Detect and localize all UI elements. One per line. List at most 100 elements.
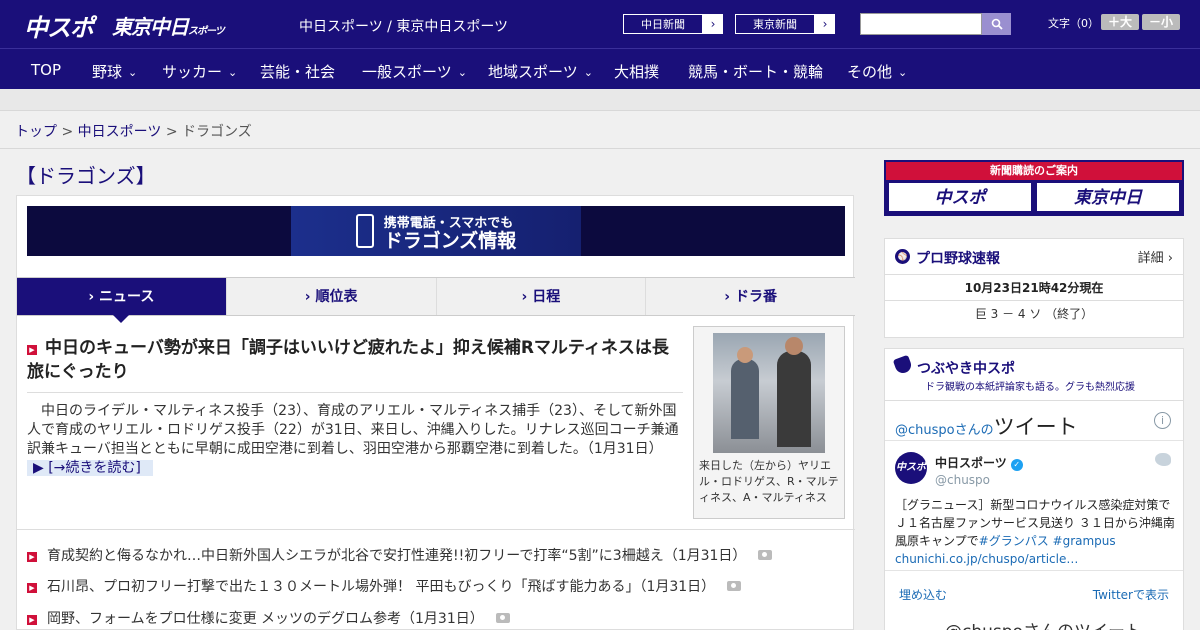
news-list-item[interactable]: ▶ 石川昂、プロ初フリー打撃で出た１３０メートル場外弾！ 平田もびっくり「飛ばす能… — [27, 576, 742, 596]
banner-line-2: ドラゴンズ情報 — [383, 229, 517, 252]
font-size-up-button[interactable]: ＋大 — [1101, 14, 1139, 30]
camera-icon — [758, 550, 773, 560]
twitter-timeline-title[interactable]: @chuspoさんのツイート — [895, 411, 1078, 441]
play-icon: ▶ — [27, 615, 37, 625]
nav-label: 野球 — [92, 63, 123, 81]
chunichi-shimbun-button[interactable]: 中日新聞 › — [622, 13, 724, 35]
tokyo-shimbun-button[interactable]: 東京新聞 › — [734, 13, 836, 35]
tokyo-chunichi-logo-text: 東京中日 — [112, 15, 189, 39]
lead-photo[interactable] — [713, 333, 825, 453]
twitter-bird-icon[interactable] — [1155, 453, 1171, 466]
twitter-handle-suffix: さんの — [954, 423, 994, 438]
camera-icon — [727, 581, 742, 591]
divider — [0, 148, 1200, 149]
nav-label: 一般スポーツ — [362, 63, 452, 81]
nav-label: 地域スポーツ — [488, 63, 578, 81]
read-more-link[interactable]: ▶ [→続きを読む] — [27, 460, 153, 476]
banner-text: 携帯電話・スマホでも ドラゴンズ情報 — [384, 212, 517, 251]
nav-label: サッカー — [162, 63, 223, 81]
search-icon — [991, 18, 1003, 30]
nav-item-soccer[interactable]: サッカー ⌄ — [162, 61, 237, 82]
megaphone-icon — [892, 354, 914, 376]
nav-item-sumo[interactable]: 大相撲 — [614, 61, 659, 82]
tokyo-shimbun-label: 東京新聞 — [735, 14, 815, 34]
lead-photo-box: 来日した（左から）ヤリエル・ロドリゲス、R・マルティネス、A・マルティネス — [693, 326, 845, 519]
nav-label: 大相撲 — [614, 63, 660, 81]
nav-item-racing[interactable]: 競馬・ボート・競輪 — [688, 61, 823, 82]
news-item-text: 育成契約と侮るなかれ…中日新外国人シエラが北谷で安打性連発!!初フリーで打率“5… — [47, 548, 747, 564]
tweet-text: ［グラニュース］新型コロナウイルス感染症対策でＪ１名古屋ファンサービス見送り ３… — [895, 496, 1175, 568]
search-button[interactable] — [982, 13, 1011, 35]
page-title: 【ドラゴンズ】 — [16, 164, 156, 188]
twitter-box: つぶやき中スポ ドラ観戦の本紙評論家も語る。グラも熱烈応援 @chuspoさんの… — [884, 348, 1184, 630]
font-size-down-button[interactable]: －小 — [1142, 14, 1180, 30]
subscribe-chuspo-button[interactable]: 中スポ — [888, 182, 1032, 212]
tweet-hashtags[interactable]: #グランパス #grampus — [979, 534, 1116, 548]
scores-timestamp: 10月23日21時42分現在 — [885, 275, 1183, 301]
lead-article-title[interactable]: ▶ 中日のキューバ勢が来日「調子はいいけど疲れたよ」抑え候補Rマルティネスは長旅に… — [27, 336, 682, 384]
tweet-author-name: 中日スポーツ — [935, 456, 1007, 470]
photo-figure — [785, 337, 803, 355]
nav-item-entertainment[interactable]: 芸能・社会 — [260, 61, 335, 82]
nav-label: その他 — [847, 63, 893, 81]
font-size-label: 文字（0） — [1048, 17, 1099, 30]
search-input[interactable] — [860, 13, 982, 35]
subscription-box: 新聞購読のご案内 中スポ 東京中日 — [884, 160, 1184, 216]
chevron-down-icon: ⌄ — [898, 66, 908, 79]
chevron-right-icon: › — [710, 17, 716, 31]
lead-body-text: 中日のライデル・マルティネス投手（23）、育成のアリエル・マルティネス捕手（23… — [27, 403, 679, 457]
breadcrumb-separator: > — [161, 124, 183, 140]
chevron-down-icon: ⌄ — [583, 66, 593, 79]
play-icon: ▶ — [27, 583, 37, 593]
tweet-item[interactable]: 中スポ 中日スポーツ ✓ @chuspo ［グラニュース］新型コロナウイルス感染症… — [885, 441, 1183, 571]
score-row[interactable]: 巨 3 － 4 ソ （終了） — [885, 301, 1183, 327]
scores-title: プロ野球速報 — [916, 251, 1000, 267]
twitter-footer: 埋め込む Twitterで表示 @chuspoさんのツイート — [885, 571, 1183, 630]
tweet-author[interactable]: 中日スポーツ ✓ — [935, 454, 1023, 471]
verified-icon: ✓ — [1010, 459, 1023, 471]
phone-icon — [355, 214, 374, 248]
breadcrumb-current: ドラゴンズ — [182, 124, 252, 140]
tweet-screen-name[interactable]: @chuspo — [935, 473, 990, 487]
info-icon[interactable]: i — [1154, 412, 1171, 429]
news-list-item[interactable]: ▶ 育成契約と侮るなかれ…中日新外国人シエラが北谷で安打性連発!!初フリーで打率“… — [27, 545, 773, 565]
news-list-item[interactable]: ▶ 岡野、フォームをプロ仕様に変更 メッツのデグロム参考（1月31日） — [27, 608, 510, 628]
tab-schedule[interactable]: › 日程 — [436, 278, 647, 315]
view-on-twitter-link[interactable]: Twitterで表示 — [1093, 586, 1169, 603]
photo-figure — [731, 359, 759, 439]
scores-detail-link[interactable]: 詳細 › — [1138, 247, 1173, 266]
breadcrumb-chunichi-link[interactable]: 中日スポーツ — [78, 124, 162, 140]
subscription-buttons: 中スポ 東京中日 — [886, 180, 1182, 214]
twitter-box-subtitle: ドラ観戦の本紙評論家も語る。グラも熱烈応援 — [925, 382, 1135, 393]
tokyo-chunichi-logo[interactable]: 東京中日スポーツ — [112, 11, 225, 40]
breadcrumb: トップ > 中日スポーツ > ドラゴンズ — [15, 121, 252, 141]
sub-bar — [0, 89, 1200, 111]
subscription-title: 新聞購読のご案内 — [886, 162, 1182, 180]
nav-label: TOP — [31, 61, 62, 79]
chevron-right-icon: › — [822, 17, 828, 31]
nav-label: 芸能・社会 — [260, 63, 336, 81]
mobile-banner[interactable]: 携帯電話・スマホでも ドラゴンズ情報 — [27, 206, 845, 256]
twitter-box-header: つぶやき中スポ ドラ観戦の本紙評論家も語る。グラも熱烈応援 — [885, 349, 1183, 401]
nav-item-other[interactable]: その他 ⌄ — [847, 61, 907, 82]
subscribe-tokyo-chunichi-button[interactable]: 東京中日 — [1036, 182, 1180, 212]
site-header: 中スポ 東京中日スポーツ 中日スポーツ / 東京中日スポーツ 中日新聞 › 東京… — [0, 0, 1200, 48]
tweet-link[interactable]: chunichi.co.jp/chuspo/article… — [895, 552, 1078, 566]
nav-item-baseball[interactable]: 野球 ⌄ — [92, 61, 137, 82]
chevron-down-icon: ⌄ — [128, 66, 138, 79]
twitter-handle: @chuspo — [895, 423, 955, 438]
breadcrumb-top-link[interactable]: トップ — [15, 124, 57, 140]
nav-item-top[interactable]: TOP — [31, 61, 61, 79]
photo-figure — [777, 351, 811, 447]
chuspo-logo[interactable]: 中スポ — [24, 8, 94, 43]
divider — [27, 392, 683, 393]
embed-link[interactable]: 埋め込む — [899, 586, 947, 603]
nav-item-general-sports[interactable]: 一般スポーツ ⌄ — [362, 61, 467, 82]
tab-dora-ban[interactable]: › ドラ番 — [646, 278, 855, 315]
tab-news[interactable]: › ニュース — [17, 278, 227, 323]
chevron-down-icon: ⌄ — [457, 66, 467, 79]
tab-standings[interactable]: › 順位表 — [226, 278, 437, 315]
avatar[interactable]: 中スポ — [895, 452, 927, 484]
site-links[interactable]: 中日スポーツ / 東京中日スポーツ — [299, 16, 508, 36]
nav-item-regional-sports[interactable]: 地域スポーツ ⌄ — [488, 61, 593, 82]
